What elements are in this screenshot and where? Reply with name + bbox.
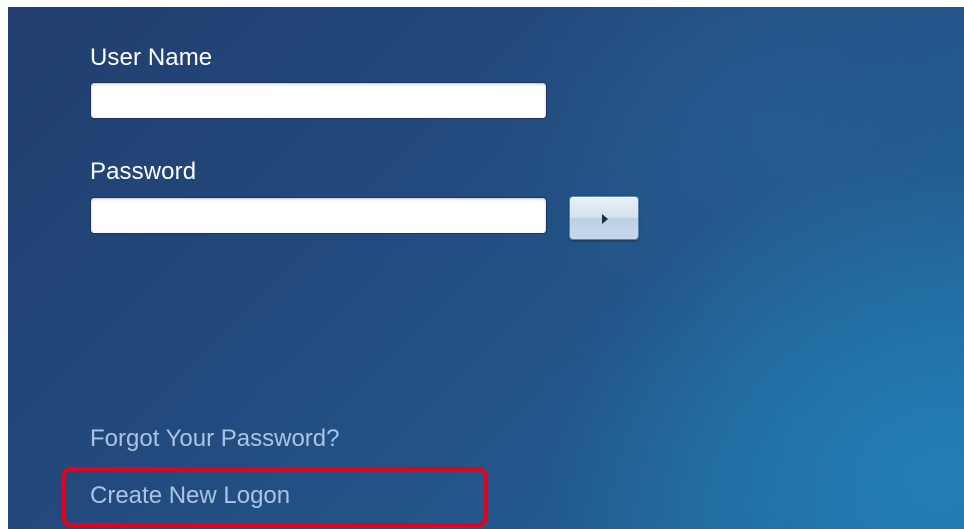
username-label: User Name (90, 44, 213, 71)
password-input[interactable] (90, 197, 547, 234)
login-submit-button[interactable] (569, 196, 639, 240)
login-panel: User Name Password Forgot Your Password?… (8, 7, 964, 529)
arrow-right-icon (602, 214, 608, 224)
create-new-logon-link[interactable]: Create New Logon (90, 482, 290, 510)
username-input[interactable] (90, 82, 547, 119)
password-label: Password (90, 158, 197, 185)
forgot-password-link[interactable]: Forgot Your Password? (90, 425, 339, 453)
